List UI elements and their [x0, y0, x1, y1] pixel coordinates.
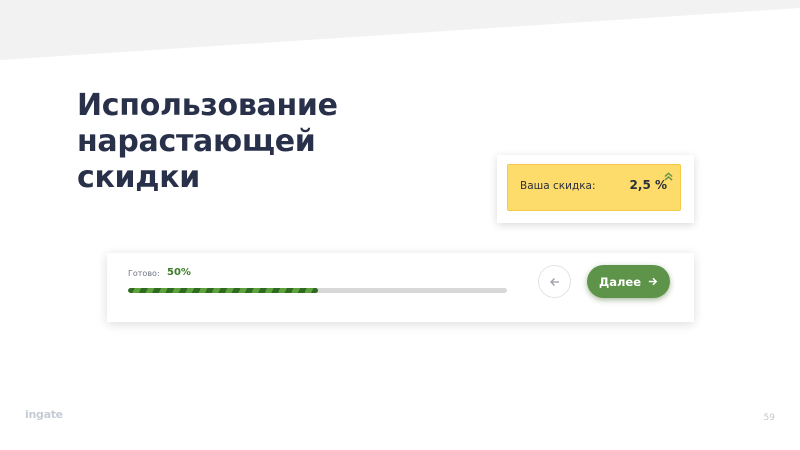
arrow-left-icon — [549, 277, 559, 286]
arrow-right-icon — [648, 277, 658, 286]
back-button[interactable] — [538, 265, 571, 298]
top-background-band — [0, 0, 800, 60]
slide-title-line: нарастающей — [77, 124, 316, 159]
progress-widget: Готово: 50% Далее — [107, 253, 694, 322]
double-chevron-up-icon — [664, 172, 673, 181]
page-number: 59 — [763, 413, 775, 423]
discount-label: Ваша скидка: — [520, 180, 596, 192]
slide-title-line: скидки — [77, 160, 200, 195]
next-button[interactable]: Далее — [587, 265, 670, 298]
discount-value: 2,5 % — [629, 178, 667, 192]
progress-bar-fill — [128, 288, 318, 293]
progress-caption: Готово: — [128, 269, 160, 278]
progress-percent: 50% — [167, 267, 191, 278]
discount-panel: Ваша скидка: 2,5 % — [507, 164, 681, 211]
discount-widget: Ваша скидка: 2,5 % — [497, 155, 694, 223]
progress-bar — [128, 288, 507, 293]
slide-title-line: Использование — [77, 88, 338, 123]
next-button-label: Далее — [598, 274, 642, 289]
ingate-logo: ingate — [25, 408, 63, 421]
slide-title: Использование нарастающей скидки — [77, 88, 397, 196]
